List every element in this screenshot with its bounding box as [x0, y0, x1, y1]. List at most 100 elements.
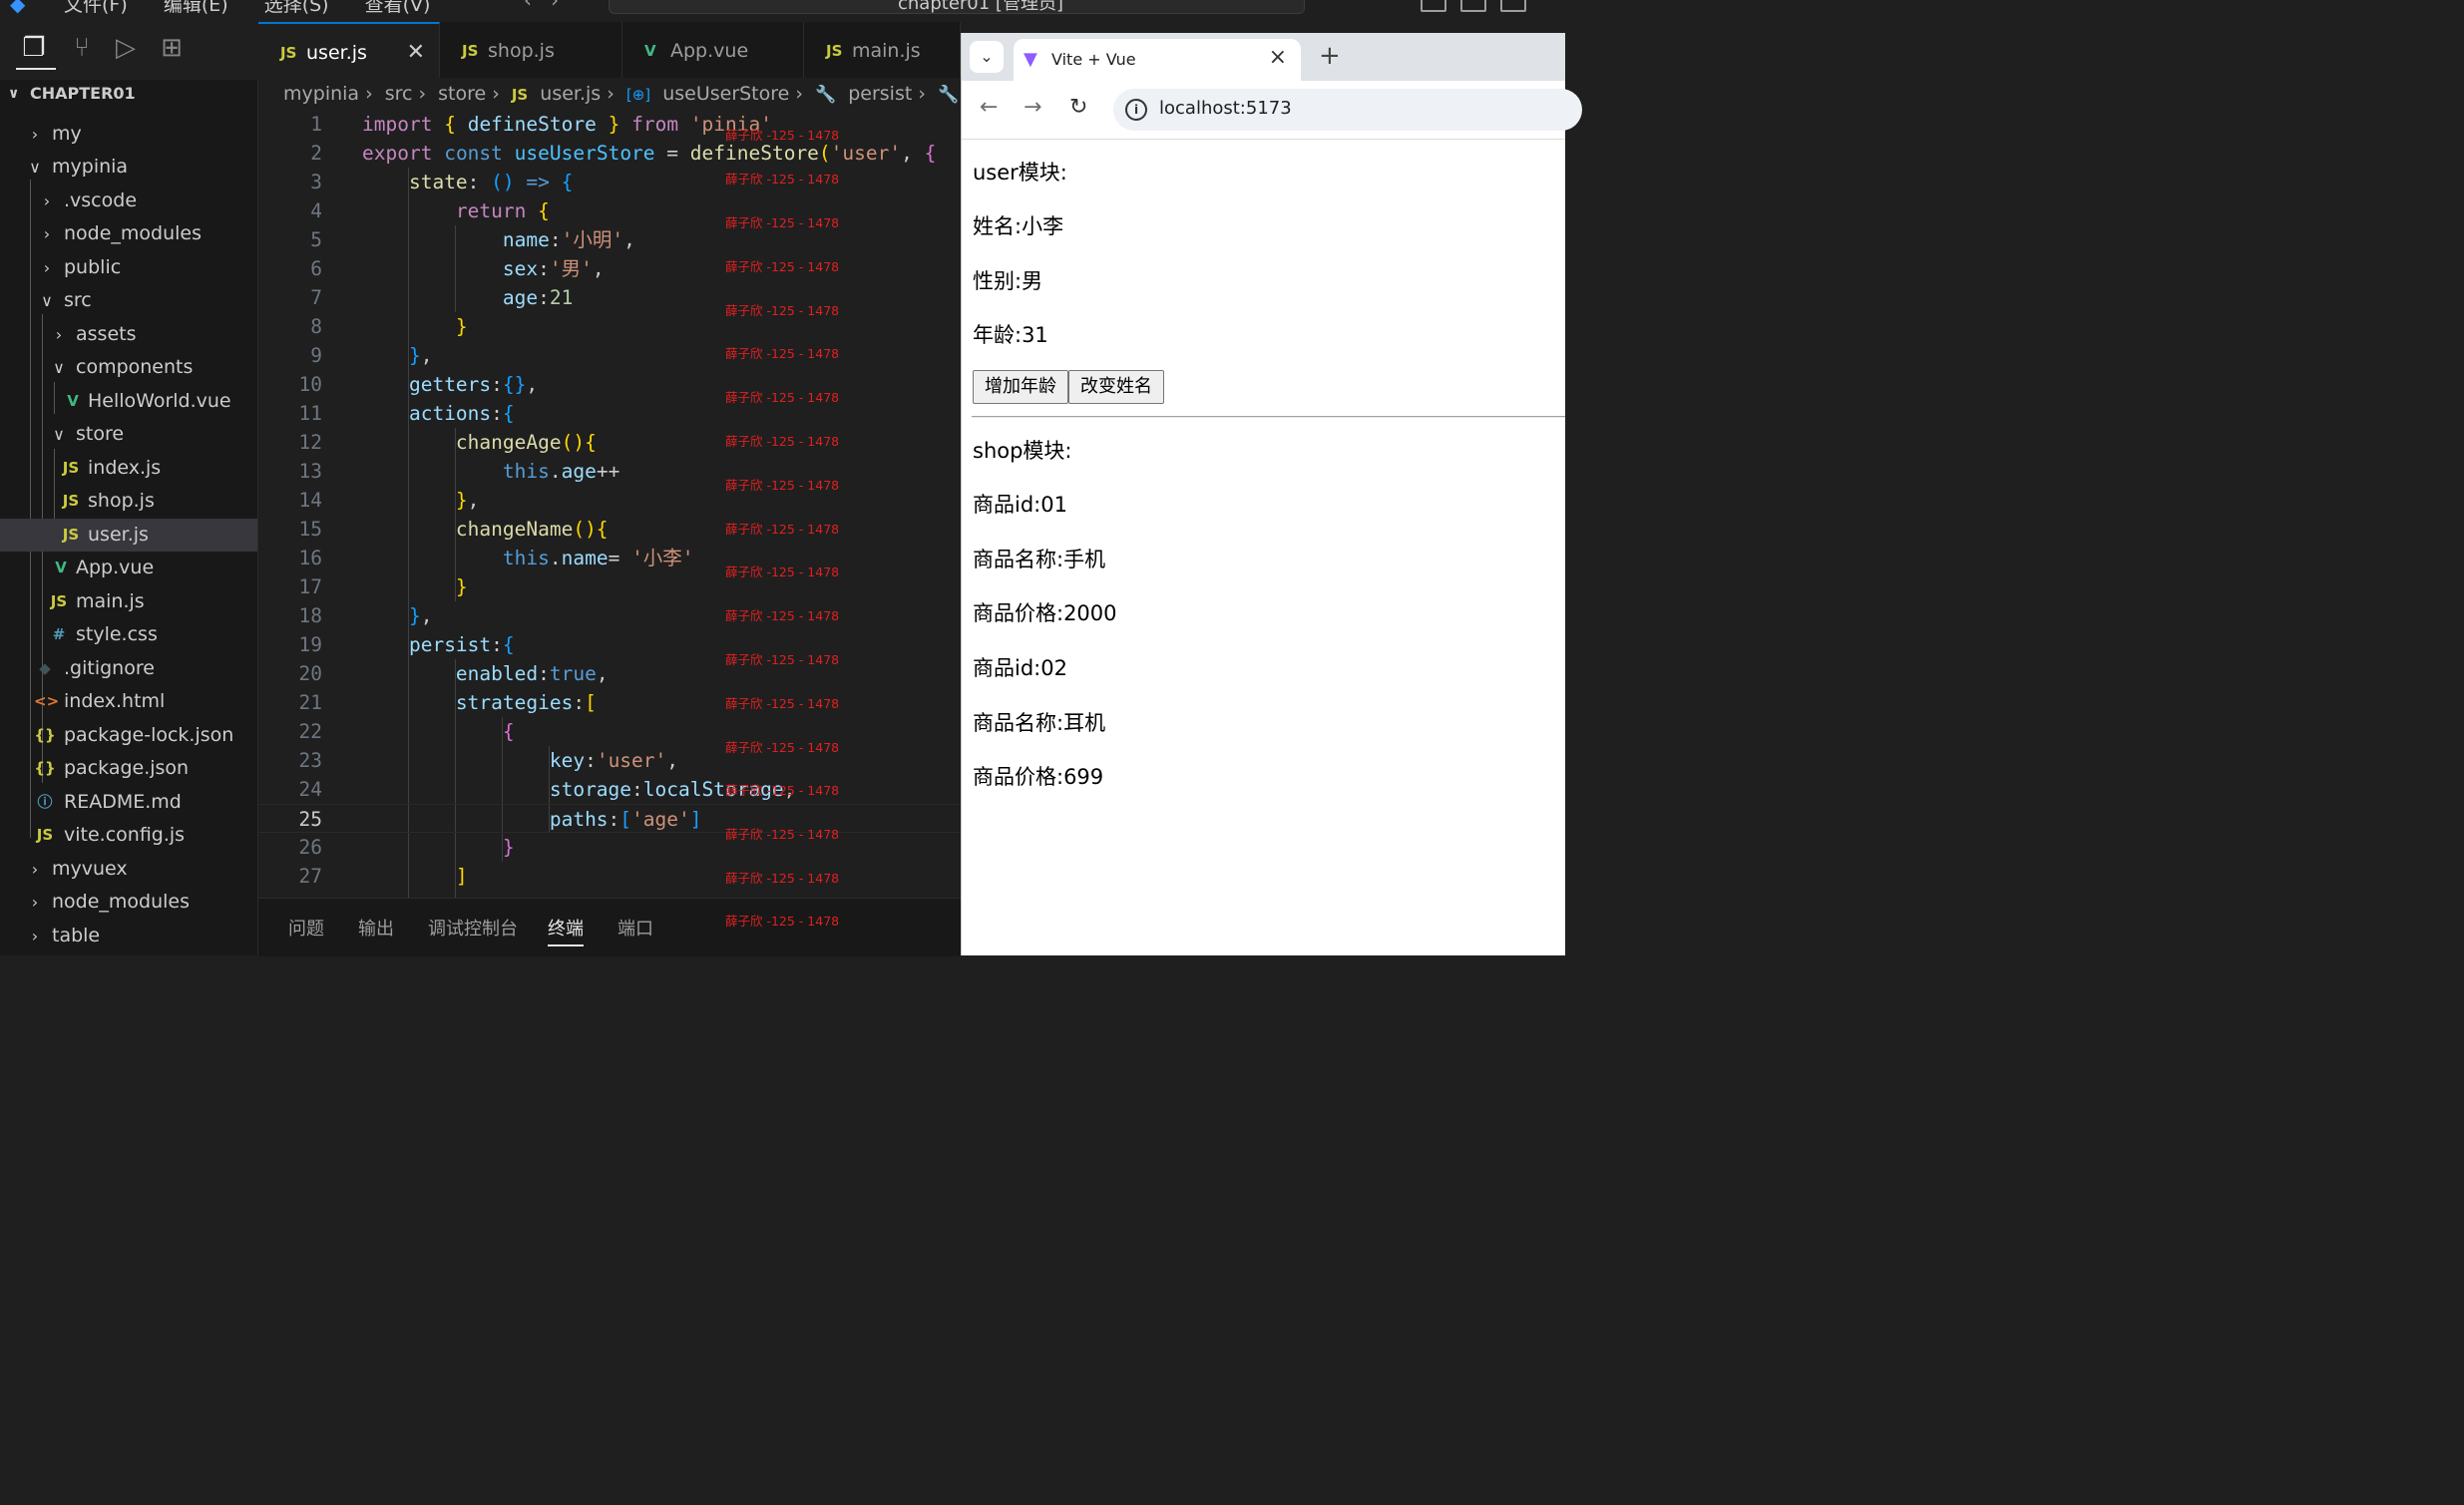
watermark: 薛子欣 -125 - 1478	[725, 259, 840, 274]
reload-icon[interactable]: ↻	[1069, 95, 1087, 120]
code-line: 10 getters:{},	[298, 373, 539, 396]
breadcrumb-item[interactable]: src	[385, 83, 413, 105]
tree-file-helloworld-vue[interactable]: V HelloWorld.vue	[0, 385, 257, 418]
tree-folder-table[interactable]: › table	[0, 920, 257, 952]
breadcrumb-item[interactable]: user.js	[540, 83, 601, 105]
panel-tab-problems[interactable]: 问题	[288, 915, 324, 941]
js-file-icon: JS	[511, 86, 529, 104]
close-icon[interactable]: ✕	[407, 24, 425, 82]
menu-edit[interactable]: 编辑(E)	[164, 0, 228, 16]
tree-folder-node-modules-root[interactable]: › node_modules	[0, 886, 257, 919]
tree-file-vite-config[interactable]: JS vite.config.js	[0, 819, 257, 852]
code-line: 27 ]	[298, 865, 468, 888]
tree-folder-mypinia[interactable]: ∨ mypinia	[0, 151, 257, 184]
explorer-sidebar: ∨ CHAPTER01 › my ∨ mypinia › .vscode › node_…	[0, 80, 258, 955]
tree-file-shop-js[interactable]: JS shop.js	[0, 485, 257, 518]
tree-file-main-js[interactable]: JS main.js	[0, 585, 257, 618]
code-line: 20 enabled:true,	[298, 662, 609, 685]
layout-panel-icon[interactable]	[1460, 0, 1486, 12]
watermark: 薛子欣 -125 - 1478	[725, 522, 840, 537]
tab-main-js[interactable]: JS main.js	[804, 22, 961, 78]
change-name-button[interactable]: 改变姓名	[1068, 370, 1164, 404]
breadcrumb-item[interactable]: store	[438, 83, 486, 105]
tree-folder-assets[interactable]: › assets	[0, 318, 257, 351]
user-age-text: 年龄:31	[973, 323, 1048, 347]
shop-item-line: 商品价格:2000	[973, 601, 1117, 625]
tree-folder-my[interactable]: › my	[0, 118, 257, 151]
layout-sidebar-icon[interactable]	[1421, 0, 1446, 12]
tree-file-user-js[interactable]: JS user.js	[0, 519, 257, 552]
tab-shop-js[interactable]: JS shop.js	[440, 22, 622, 78]
tree-file-style-css[interactable]: # style.css	[0, 618, 257, 651]
breadcrumb-item[interactable]: persist	[848, 83, 912, 105]
tree-file-index-js[interactable]: JS index.js	[0, 452, 257, 485]
increase-age-button[interactable]: 增加年龄	[973, 370, 1068, 404]
user-sex-text: 性别:男	[973, 269, 1043, 293]
explorer-header[interactable]: ∨ CHAPTER01	[0, 80, 257, 108]
panel-active-indicator	[548, 944, 584, 946]
json-file-icon: {}	[34, 726, 56, 744]
address-bar[interactable]: i localhost:5173	[1113, 89, 1582, 131]
command-center-label: chapter01 [管理员]	[898, 0, 1063, 14]
close-icon[interactable]: ×	[1269, 45, 1287, 70]
wrench-icon: 🔧	[937, 85, 960, 105]
js-file-icon: JS	[50, 592, 68, 610]
tree-file-gitignore[interactable]: ◆ .gitignore	[0, 652, 257, 685]
tree-folder-store[interactable]: ∨ store	[0, 418, 257, 451]
menu-selection[interactable]: 选择(S)	[264, 0, 329, 16]
browser-tab-strip: ⌄ ▼ Vite + Vue × +	[962, 33, 1565, 81]
code-line: 5 name:'小明',	[310, 228, 635, 251]
watermark: 薛子欣 -125 - 1478	[725, 390, 840, 405]
browser-tab[interactable]: ▼ Vite + Vue ×	[1014, 39, 1301, 81]
run-debug-icon[interactable]: ▷	[110, 32, 142, 64]
menu-view[interactable]: 查看(V)	[365, 0, 431, 16]
tree-file-index-html[interactable]: <> index.html	[0, 685, 257, 718]
nav-arrows-icon[interactable]: ‹ ›	[524, 0, 559, 12]
watermark: 薛子欣 -125 - 1478	[725, 128, 840, 143]
explorer-icon[interactable]: ❐	[18, 32, 50, 64]
tab-user-js[interactable]: JS user.js ✕	[258, 22, 440, 78]
chevron-down-icon: ∨	[8, 86, 20, 102]
back-icon[interactable]: ←	[980, 95, 998, 120]
panel-tab-debug-console[interactable]: 调试控制台	[428, 915, 518, 941]
source-control-icon[interactable]: ⑂	[66, 32, 98, 64]
watermark: 薛子欣 -125 - 1478	[725, 608, 840, 623]
vue-file-icon: V	[55, 559, 67, 576]
panel-tab-output[interactable]: 输出	[358, 915, 394, 941]
code-line: 15 changeName(){	[298, 518, 609, 541]
watermark: 薛子欣 -125 - 1478	[725, 478, 840, 493]
tree-folder-vscode[interactable]: › .vscode	[0, 185, 257, 217]
vite-logo-icon: ▼	[1024, 49, 1037, 70]
tree-folder-public[interactable]: › public	[0, 251, 257, 284]
extensions-icon[interactable]: ⊞	[156, 32, 188, 64]
menu-file[interactable]: 文件(F)	[64, 0, 128, 16]
panel-tab-ports[interactable]: 端口	[617, 915, 653, 941]
code-editor[interactable]: 1 import { defineStore } from 'pinia' 2 ex…	[258, 110, 961, 898]
breadcrumb: mypinia › src › store › JS user.js › [⊕] use…	[283, 83, 960, 105]
code-line: 14 },	[298, 489, 480, 512]
tree-folder-node-modules[interactable]: › node_modules	[0, 217, 257, 250]
active-indicator	[16, 68, 56, 70]
layout-aux-icon[interactable]	[1500, 0, 1526, 12]
new-tab-icon[interactable]: +	[1319, 41, 1341, 71]
code-line: 1 import { defineStore } from 'pinia'	[310, 113, 772, 136]
tree-file-readme[interactable]: ⓘ README.md	[0, 786, 257, 819]
info-file-icon: ⓘ	[37, 793, 53, 811]
tree-file-app-vue[interactable]: V App.vue	[0, 552, 257, 584]
site-info-icon[interactable]: i	[1125, 99, 1147, 121]
tree-file-package-json[interactable]: {} package.json	[0, 752, 257, 785]
forward-icon[interactable]: →	[1024, 95, 1041, 120]
js-file-icon: JS	[62, 492, 80, 510]
editor-tabs: JS user.js ✕ JS shop.js V App.vue JS mai…	[258, 22, 961, 78]
tree-folder-myvuex[interactable]: › myvuex	[0, 853, 257, 886]
tree-folder-src[interactable]: ∨ src	[0, 284, 257, 317]
breadcrumb-item[interactable]: useUserStore	[662, 83, 789, 105]
tab-search-icon[interactable]: ⌄	[970, 41, 1004, 73]
bottom-panel: 问题 输出 调试控制台 终端 端口 薛子欣 -125 - 1478	[258, 898, 961, 956]
breadcrumb-item[interactable]: mypinia	[283, 83, 359, 105]
tab-app-vue[interactable]: V App.vue	[622, 22, 804, 78]
tree-folder-components[interactable]: ∨ components	[0, 351, 257, 384]
panel-tab-terminal[interactable]: 终端	[548, 915, 584, 941]
shop-item-line: 商品id:02	[973, 656, 1067, 680]
tree-file-package-lock-json[interactable]: {} package-lock.json	[0, 719, 257, 752]
